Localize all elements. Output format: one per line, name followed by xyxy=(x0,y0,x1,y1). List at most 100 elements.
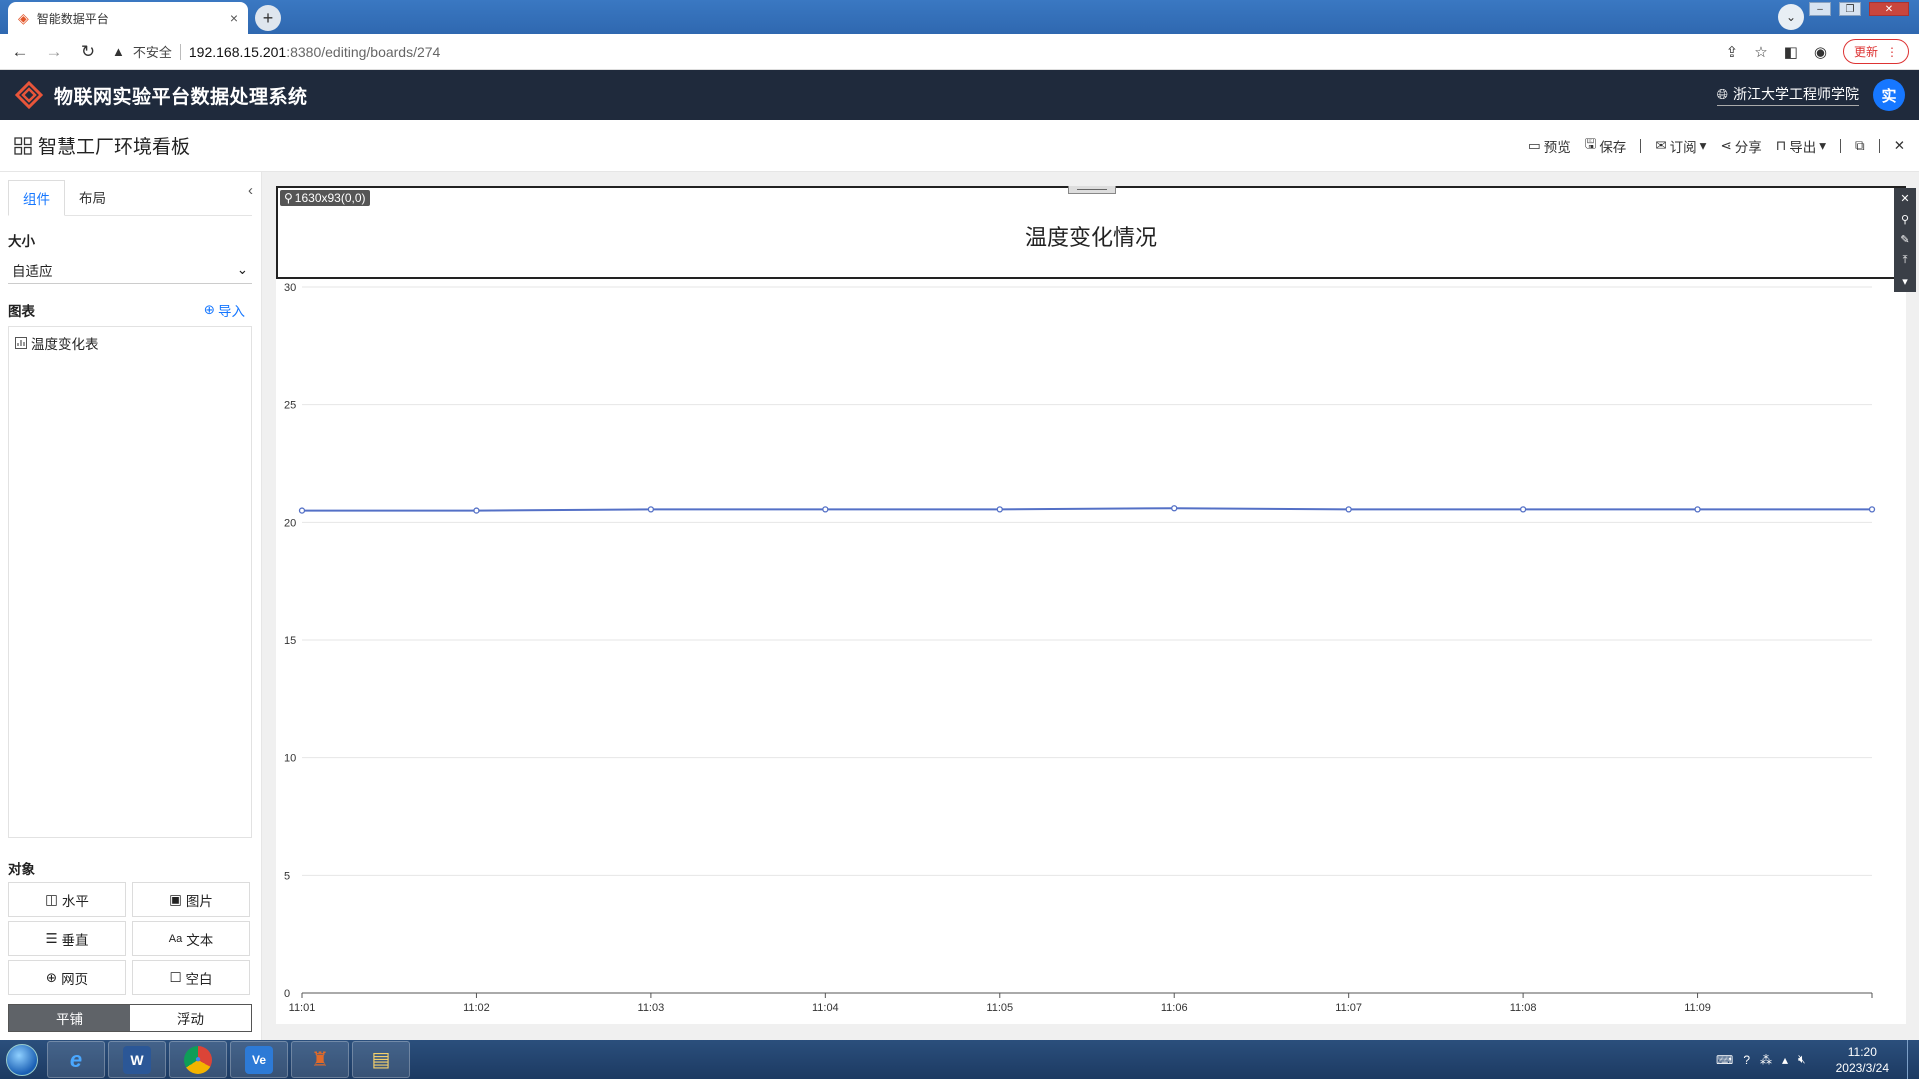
y-tick-label: 10 xyxy=(284,753,296,765)
taskbar-app-castle[interactable]: ♜ xyxy=(291,1041,349,1078)
objects-label: 对象 xyxy=(8,862,35,877)
remove-widget-icon[interactable]: ✕ xyxy=(1900,192,1909,205)
drag-handle[interactable] xyxy=(1068,186,1116,194)
y-tick-label: 30 xyxy=(284,282,296,294)
taskbar-app-explorer[interactable]: ▤ xyxy=(352,1041,410,1078)
layout-mode-toggle: 平铺 浮动 xyxy=(8,1004,252,1032)
y-tick-label: 0 xyxy=(284,988,290,1000)
save-icon: 🖫︎ xyxy=(1584,136,1597,151)
restore-button[interactable]: ❐ xyxy=(1839,2,1861,16)
widget-tools: ✕ ⚲ ✎ ⤒ ▾ xyxy=(1894,188,1916,292)
show-desktop-button[interactable] xyxy=(1907,1040,1919,1079)
title-widget[interactable]: ⚲ 1630x93(0,0) 温度变化情况 xyxy=(276,186,1906,279)
subscribe-button[interactable]: ✉︎ 订阅 ▾ xyxy=(1655,136,1706,156)
x-tick-label: 11:05 xyxy=(986,1002,1013,1014)
security-label[interactable]: 不安全 xyxy=(133,42,172,61)
minimize-button[interactable]: – xyxy=(1809,2,1831,16)
board-toolbar: 智慧工厂环境看板 ▭ 预览 🖫︎ 保存 ✉︎ 订阅 ▾ ⋖ 分享 ⊓ 导出 ▾ ⧉ ✕ xyxy=(0,120,1919,172)
blank-square-icon: ☐ xyxy=(169,969,182,985)
bring-front-icon[interactable]: ⤒ xyxy=(1903,254,1908,267)
taskbar-app-chrome[interactable]: ● xyxy=(169,1041,227,1078)
object-label: 图片 xyxy=(185,893,213,909)
data-point xyxy=(996,506,1003,513)
mode-tile-button[interactable]: 平铺 xyxy=(9,1005,130,1031)
webpage-object-button[interactable]: ⊕ 网页 xyxy=(8,960,126,995)
app-favicon-icon: ◈ xyxy=(18,9,29,26)
left-panel: 组件 布局 ‹ 大小 自适应 ⌄ 图表 ⊕ 导入 温度变化表 对象 ◫ 水平 ▣ 图片… xyxy=(0,172,262,1040)
chart-icon xyxy=(15,337,27,349)
system-tray: ⌨︎ ? ⁂ ▴ 🔇︎ xyxy=(1716,1052,1816,1067)
size-select[interactable]: 自适应 ⌄ xyxy=(8,256,252,284)
keyboard-icon[interactable]: ⌨︎ xyxy=(1716,1053,1733,1067)
collapse-panel-icon[interactable]: ‹ xyxy=(248,182,253,199)
save-button[interactable]: 🖫︎ 保存 xyxy=(1585,134,1627,157)
profile-icon[interactable]: ◉ xyxy=(1814,43,1827,61)
share-page-icon[interactable]: ⇪ xyxy=(1726,43,1739,61)
tab-components[interactable]: 组件 xyxy=(8,180,65,216)
open-external-icon[interactable]: ⧉ xyxy=(1855,138,1865,154)
pin-icon[interactable]: ⚲ xyxy=(1901,213,1909,226)
x-tick-label: 11:04 xyxy=(812,1002,839,1014)
tab-search-button[interactable]: ⌄ xyxy=(1778,4,1804,30)
mode-float-button[interactable]: 浮动 xyxy=(130,1005,251,1031)
bookmark-star-icon[interactable]: ☆ xyxy=(1754,43,1767,61)
line-chart: 0 5 10 15 20 25 30 11:01 11:02 11:03 11:04 11:05 11:… xyxy=(284,282,1876,1014)
taskbar-app-word[interactable]: W xyxy=(108,1041,166,1078)
avatar[interactable]: 实 xyxy=(1873,79,1905,111)
y-tick-label: 5 xyxy=(284,870,290,882)
blank-object-button[interactable]: ☐ 空白 xyxy=(132,960,250,995)
import-button[interactable]: ⊕ 导入 xyxy=(204,300,245,320)
y-tick-label: 25 xyxy=(284,400,296,412)
export-button[interactable]: ⊓ 导出 ▾ xyxy=(1776,136,1826,156)
globe-icon: ⊕ xyxy=(45,969,58,985)
edit-icon[interactable]: ✎ xyxy=(1900,233,1909,246)
reload-button[interactable]: ↻ xyxy=(78,42,98,62)
window-close-button[interactable]: ✕ xyxy=(1869,2,1909,16)
subscribe-label: 订阅 xyxy=(1669,139,1697,155)
chart-item-label: 温度变化表 xyxy=(31,337,99,352)
new-tab-button[interactable]: + xyxy=(255,5,281,31)
tab-close-icon[interactable]: × xyxy=(230,10,238,26)
left-panel-tabs: 组件 布局 xyxy=(8,180,252,216)
vertical-object-button[interactable]: ☰ 垂直 xyxy=(8,921,126,956)
tray-expand-icon[interactable]: ▴ xyxy=(1782,1053,1788,1067)
update-button[interactable]: 更新 ⋮ xyxy=(1842,39,1909,64)
app-logo-icon[interactable] xyxy=(14,80,44,110)
text-object-button[interactable]: Aa 文本 xyxy=(132,921,250,956)
board-actions: ▭ 预览 🖫︎ 保存 ✉︎ 订阅 ▾ ⋖ 分享 ⊓ 导出 ▾ ⧉ ✕ xyxy=(1528,134,1905,157)
menu-icon: ⋮ xyxy=(1886,44,1898,59)
word-icon: W xyxy=(123,1045,151,1074)
clock[interactable]: 11:20 2023/3/24 xyxy=(1836,1044,1889,1076)
org-link[interactable]: 🌐︎ 浙江大学工程师学院 xyxy=(1716,84,1859,106)
chart-list: 温度变化表 xyxy=(8,326,252,838)
back-button[interactable]: ← xyxy=(10,42,30,62)
start-button[interactable] xyxy=(0,1040,44,1079)
horizontal-object-button[interactable]: ◫ 水平 xyxy=(8,882,126,917)
plus-circle-icon: ⊕ xyxy=(203,302,215,317)
toolbar-divider xyxy=(1878,138,1880,153)
preview-button[interactable]: ▭ 预览 xyxy=(1528,136,1571,156)
forward-button[interactable]: → xyxy=(44,42,64,62)
taskbar-app-ie[interactable]: e xyxy=(47,1041,105,1078)
url-field[interactable]: ▲ 不安全 192.168.15.201:8380/editing/boards… xyxy=(112,38,1712,66)
folder-icon: ▤ xyxy=(371,1049,391,1071)
ime-icon[interactable]: ⁂ xyxy=(1760,1053,1772,1067)
image-object-button[interactable]: ▣ 图片 xyxy=(132,882,250,917)
object-label: 水平 xyxy=(61,893,89,909)
preview-label: 预览 xyxy=(1543,139,1571,155)
browser-tab[interactable]: ◈ 智能数据平台 × xyxy=(8,2,248,34)
list-item[interactable]: 温度变化表 xyxy=(15,333,245,353)
side-panel-icon[interactable]: ◧ xyxy=(1784,43,1798,61)
dashboard-icon xyxy=(14,136,32,155)
board-area: ⚲ 1630x93(0,0) 温度变化情况 ✕ ⚲ ✎ ⤒ ▾ 0 5 10 15 20 2… xyxy=(276,186,1916,1024)
caret-down-icon: ▾ xyxy=(1699,137,1707,153)
taskbar: e W ● Ve ♜ ▤ ⌨︎ ? ⁂ ▴ 🔇︎ 11:20 2023/3/24 xyxy=(0,1040,1919,1079)
share-button[interactable]: ⋖ 分享 xyxy=(1720,136,1761,156)
taskbar-app-vscode[interactable]: Ve xyxy=(230,1041,288,1078)
tab-layout[interactable]: 布局 xyxy=(65,179,120,215)
y-tick-label: 15 xyxy=(284,635,296,647)
close-icon[interactable]: ✕ xyxy=(1894,138,1905,154)
dimension-text: 1630x93(0,0) xyxy=(294,191,366,205)
volume-muted-icon[interactable]: 🔇︎ xyxy=(1798,1052,1806,1067)
help-icon[interactable]: ? xyxy=(1743,1053,1750,1067)
